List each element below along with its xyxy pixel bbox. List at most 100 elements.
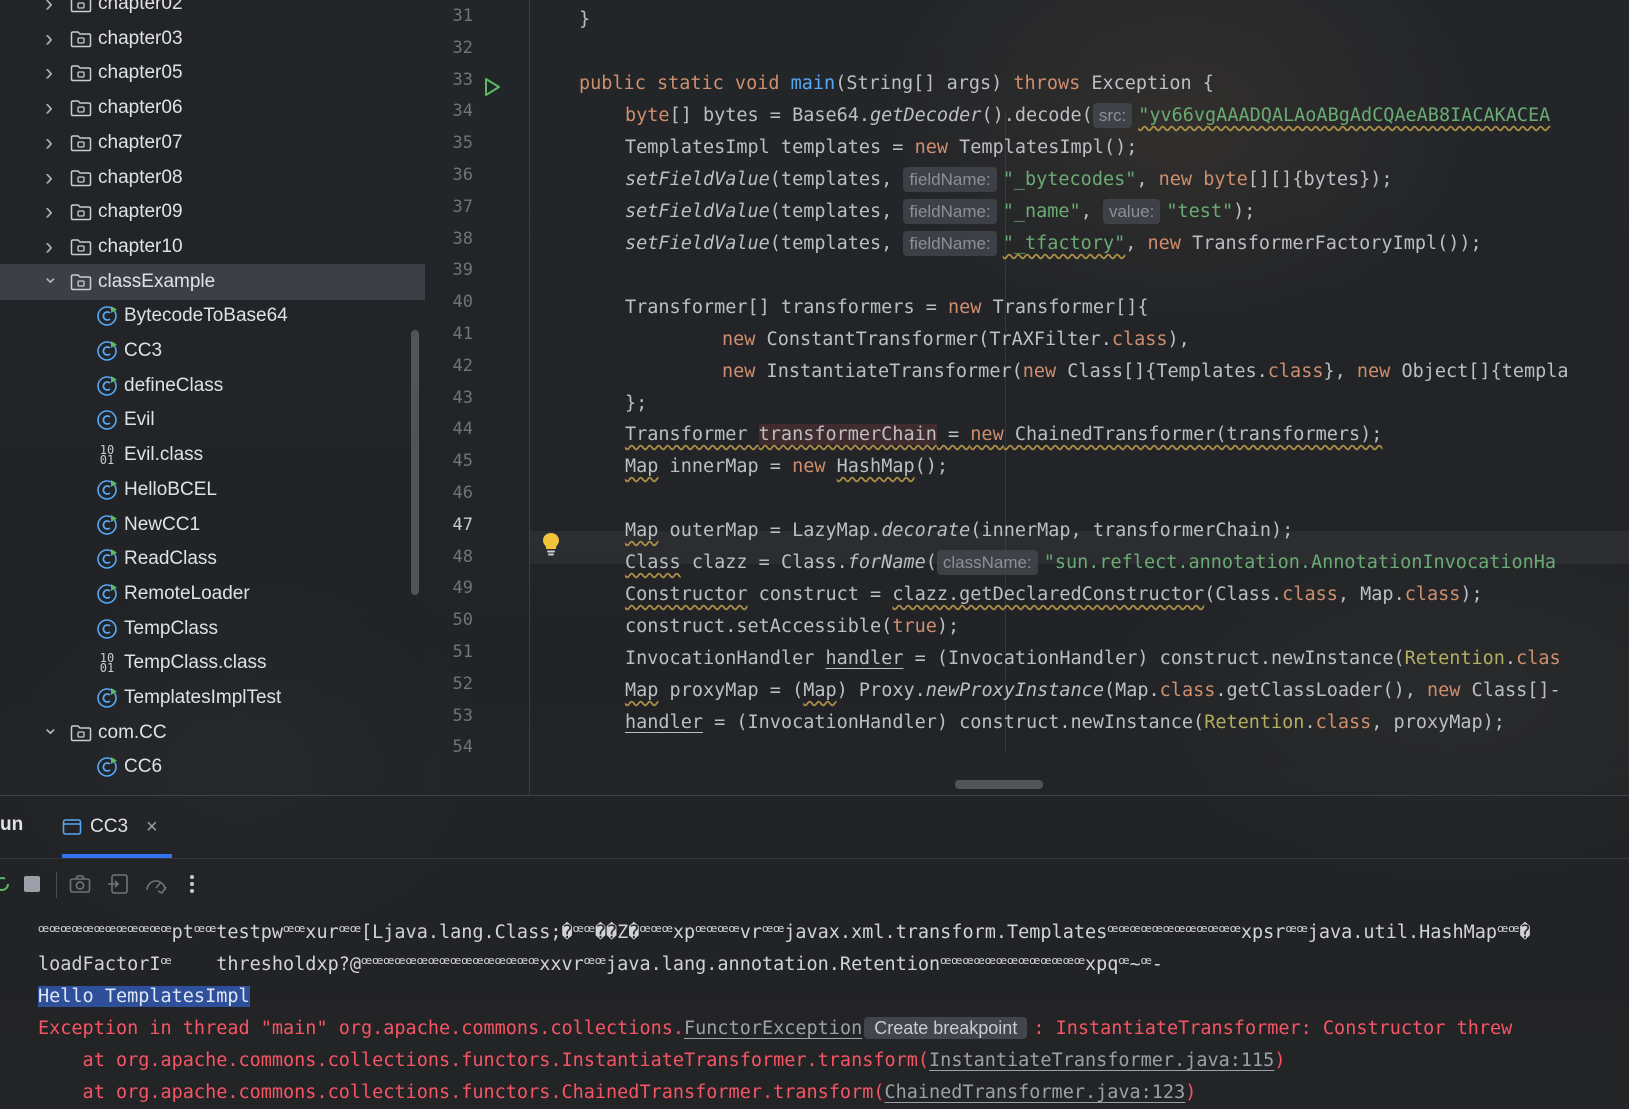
tree-item-templatesimpltest[interactable]: TemplatesImplTest bbox=[0, 680, 425, 716]
param-hint: fieldName: bbox=[903, 231, 997, 256]
line-number[interactable]: 54 bbox=[425, 737, 473, 757]
camera-icon[interactable] bbox=[68, 872, 92, 896]
tree-item-com-cc[interactable]: ⌄ com.CC bbox=[0, 715, 425, 751]
line-number[interactable]: 39 bbox=[425, 260, 473, 280]
tree-item-readclass[interactable]: ReadClass bbox=[0, 541, 425, 577]
code-line-37[interactable]: setFieldValue(templates, fieldName: "_nam… bbox=[625, 195, 1255, 228]
tree-item-chapter10[interactable]: › chapter10 bbox=[0, 229, 425, 265]
chevron-right-icon[interactable]: › bbox=[42, 129, 56, 157]
line-number[interactable]: 40 bbox=[425, 292, 473, 312]
line-number[interactable]: 38 bbox=[425, 229, 473, 249]
tree-item-chapter05[interactable]: › chapter05 bbox=[0, 55, 425, 91]
code-line-45[interactable]: Map innerMap = new HashMap(); bbox=[625, 450, 948, 483]
tree-item-evil[interactable]: Evil bbox=[0, 402, 425, 438]
line-number[interactable]: 48 bbox=[425, 547, 473, 567]
code-line-36[interactable]: setFieldValue(templates, fieldName: "_byt… bbox=[625, 163, 1393, 196]
line-number[interactable]: 46 bbox=[425, 483, 473, 503]
chevron-down-icon[interactable]: ⌄ bbox=[42, 264, 59, 289]
tree-item-chapter09[interactable]: › chapter09 bbox=[0, 194, 425, 230]
tree-item-evil-class[interactable]: 10 01 Evil.class bbox=[0, 437, 425, 473]
tree-item-defineclass[interactable]: defineClass bbox=[0, 368, 425, 404]
chevron-right-icon[interactable]: › bbox=[42, 59, 56, 87]
folder-icon bbox=[70, 169, 98, 187]
code-line-38[interactable]: setFieldValue(templates, fieldName: "_tfa… bbox=[625, 227, 1482, 260]
code-line-41[interactable]: new ConstantTransformer(TrAXFilter.class… bbox=[722, 323, 1190, 356]
line-number[interactable]: 44 bbox=[425, 419, 473, 439]
restore-layout-icon[interactable] bbox=[106, 872, 130, 896]
line-number[interactable]: 36 bbox=[425, 165, 473, 185]
tree-item-hellobcel[interactable]: HelloBCEL bbox=[0, 472, 425, 508]
line-number[interactable]: 51 bbox=[425, 642, 473, 662]
tree-item-chapter02[interactable]: › chapter02 bbox=[0, 0, 425, 22]
code-editor[interactable]: 31 32 33 34 35 36 37 38 39 40 41 42 43 44 45 46 47 48 49 50… bbox=[425, 0, 1629, 795]
code-line-35[interactable]: TemplatesImpl templates = new TemplatesI… bbox=[625, 131, 1137, 164]
stacktrace-link[interactable]: ChainedTransformer.java:123 bbox=[884, 1082, 1185, 1103]
chevron-right-icon[interactable]: › bbox=[42, 0, 56, 18]
code-line-52[interactable]: Map proxyMap = (Map) Proxy.newProxyInsta… bbox=[625, 674, 1561, 707]
line-number[interactable]: 45 bbox=[425, 451, 473, 471]
tree-item-tempclass[interactable]: TempClass bbox=[0, 611, 425, 647]
tree-item-cc3[interactable]: CC3 bbox=[0, 333, 425, 369]
line-number[interactable]: 47 bbox=[425, 515, 473, 535]
chevron-down-icon[interactable]: ⌄ bbox=[42, 715, 59, 740]
chevron-right-icon[interactable]: › bbox=[42, 164, 56, 192]
code-line-31[interactable]: } bbox=[579, 3, 590, 36]
line-number[interactable]: 35 bbox=[425, 133, 473, 153]
stop-icon[interactable] bbox=[20, 872, 44, 896]
line-number[interactable]: 42 bbox=[425, 356, 473, 376]
tree-item-chapter03[interactable]: › chapter03 bbox=[0, 21, 425, 57]
editor-horizontal-scrollbar[interactable] bbox=[955, 780, 1043, 789]
line-number[interactable]: 43 bbox=[425, 388, 473, 408]
code-line-48[interactable]: Class clazz = Class.forName(className: "s… bbox=[625, 546, 1556, 579]
stacktrace-link[interactable]: InstantiateTransformer.java:115 bbox=[929, 1050, 1274, 1071]
tree-item-chapter07[interactable]: › chapter07 bbox=[0, 125, 425, 161]
line-number[interactable]: 52 bbox=[425, 674, 473, 694]
chevron-right-icon[interactable]: › bbox=[42, 25, 56, 53]
code-line-34[interactable]: byte[] bytes = Base64.getDecoder().decod… bbox=[625, 99, 1550, 132]
profiler-icon[interactable] bbox=[144, 872, 168, 896]
tree-item-chapter06[interactable]: › chapter06 bbox=[0, 90, 425, 126]
class-icon bbox=[96, 409, 124, 431]
lightbulb-icon[interactable] bbox=[542, 532, 560, 556]
close-icon[interactable]: × bbox=[146, 816, 158, 839]
line-number[interactable]: 31 bbox=[425, 6, 473, 26]
tree-item-bytecodetobase64[interactable]: BytecodeToBase64 bbox=[0, 298, 425, 334]
line-number[interactable]: 49 bbox=[425, 578, 473, 598]
folder-icon bbox=[70, 30, 98, 48]
chevron-right-icon[interactable]: › bbox=[42, 233, 56, 261]
tree-scrollbar[interactable] bbox=[411, 330, 419, 595]
tree-item-newcc1[interactable]: NewCC1 bbox=[0, 507, 425, 543]
code-line-53[interactable]: handler = (InvocationHandler) construct.… bbox=[625, 706, 1505, 739]
chevron-right-icon[interactable]: › bbox=[42, 94, 56, 122]
more-options-icon[interactable] bbox=[180, 872, 204, 896]
code-line-33[interactable]: public static void main(String[] args) t… bbox=[579, 67, 1214, 100]
rerun-icon[interactable] bbox=[0, 872, 14, 896]
tree-item-chapter08[interactable]: › chapter08 bbox=[0, 160, 425, 196]
line-number[interactable]: 41 bbox=[425, 324, 473, 344]
code-line-51[interactable]: InvocationHandler handler = (InvocationH… bbox=[625, 642, 1561, 675]
code-line-42[interactable]: new InstantiateTransformer(new Class[]{T… bbox=[722, 355, 1569, 388]
code-line-43[interactable]: }; bbox=[625, 387, 647, 420]
create-breakpoint-button[interactable]: Create breakpoint bbox=[864, 1017, 1028, 1039]
run-gutter-icon[interactable] bbox=[481, 76, 503, 98]
code-line-50[interactable]: construct.setAccessible(true); bbox=[625, 610, 959, 643]
line-number[interactable]: 53 bbox=[425, 706, 473, 726]
line-number[interactable]: 34 bbox=[425, 101, 473, 121]
code-line-47[interactable]: Map outerMap = LazyMap.decorate(innerMap… bbox=[625, 514, 1293, 547]
tree-item-remoteloader[interactable]: RemoteLoader bbox=[0, 576, 425, 612]
line-number[interactable]: 37 bbox=[425, 197, 473, 217]
exception-link[interactable]: FunctorException bbox=[684, 1018, 862, 1039]
code-line-40[interactable]: Transformer[] transformers = new Transfo… bbox=[625, 291, 1149, 324]
line-number[interactable]: 33 bbox=[425, 70, 473, 90]
runnable-class-icon bbox=[96, 583, 124, 605]
line-number[interactable]: 32 bbox=[425, 38, 473, 58]
tree-item-cc6[interactable]: CC6 bbox=[0, 749, 425, 785]
code-line-49[interactable]: Constructor construct = clazz.getDeclare… bbox=[625, 578, 1483, 611]
code-line-44[interactable]: Transformer transformerChain = new Chain… bbox=[625, 418, 1382, 451]
tree-item-classexample[interactable]: ⌄ classExample bbox=[0, 263, 425, 300]
chevron-right-icon[interactable]: › bbox=[42, 198, 56, 226]
tree-item-tempclass-class[interactable]: 10 01 TempClass.class bbox=[0, 645, 425, 681]
tree-item-label: chapter03 bbox=[98, 27, 183, 49]
line-number[interactable]: 50 bbox=[425, 610, 473, 630]
tab-cc3[interactable]: CC3 × bbox=[62, 796, 172, 858]
